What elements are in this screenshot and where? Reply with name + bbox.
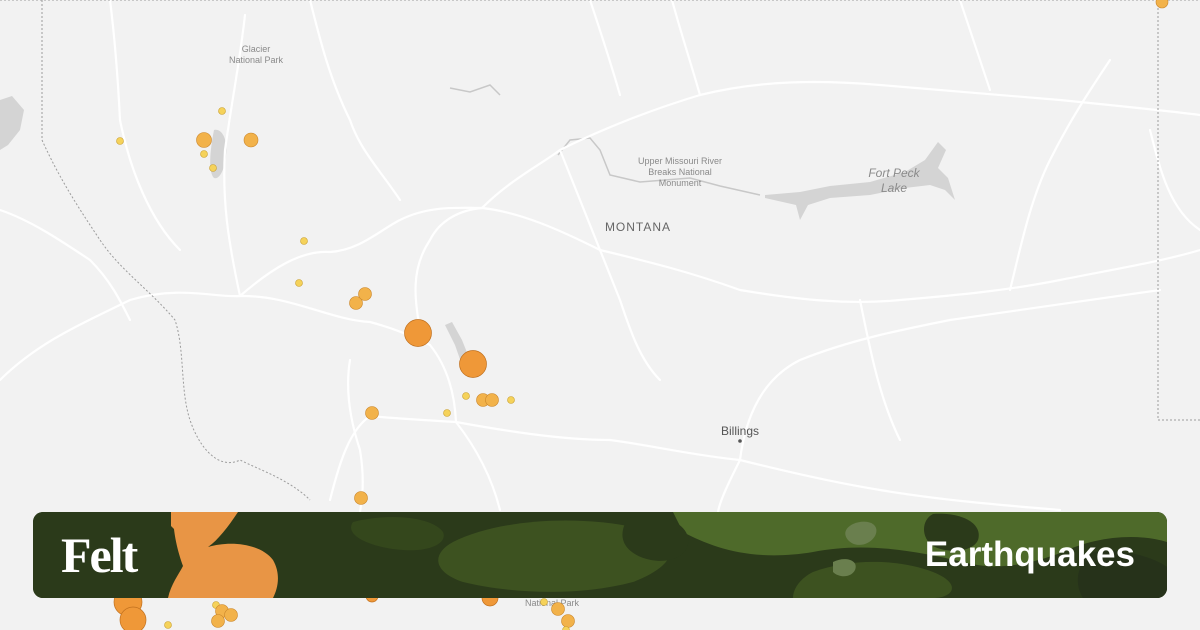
quake-marker[interactable] bbox=[209, 164, 217, 172]
map-title: Earthquakes bbox=[924, 535, 1135, 574]
label-fort-peck-1: Fort Peck bbox=[868, 166, 920, 180]
label-glacier-1: Glacier bbox=[242, 44, 271, 54]
quake-marker[interactable] bbox=[358, 287, 372, 301]
label-missouri-1: Upper Missouri River bbox=[638, 156, 722, 166]
quake-marker[interactable] bbox=[295, 279, 303, 287]
quake-marker[interactable] bbox=[404, 319, 432, 347]
quake-marker[interactable] bbox=[119, 606, 147, 630]
quake-marker[interactable] bbox=[116, 137, 124, 145]
label-fort-peck-2: Lake bbox=[881, 181, 907, 195]
quake-marker[interactable] bbox=[551, 602, 565, 616]
quake-marker[interactable] bbox=[196, 132, 212, 148]
quake-marker[interactable] bbox=[354, 491, 368, 505]
label-billings: Billings bbox=[721, 424, 759, 438]
quake-marker[interactable] bbox=[300, 237, 308, 245]
quake-marker[interactable] bbox=[459, 350, 487, 378]
quake-marker[interactable] bbox=[224, 608, 238, 622]
quake-marker[interactable] bbox=[243, 132, 259, 148]
quake-marker[interactable] bbox=[485, 393, 499, 407]
felt-logo[interactable]: Felt bbox=[61, 526, 138, 584]
quake-marker[interactable] bbox=[211, 614, 225, 628]
label-montana: MONTANA bbox=[605, 220, 671, 234]
quake-marker[interactable] bbox=[507, 396, 515, 404]
quake-marker[interactable] bbox=[218, 107, 226, 115]
felt-banner: Felt Earthquakes bbox=[33, 512, 1167, 598]
quake-marker[interactable] bbox=[561, 614, 575, 628]
quake-marker[interactable] bbox=[443, 409, 451, 417]
label-missouri-2: Breaks National bbox=[648, 167, 712, 177]
quake-marker[interactable] bbox=[540, 598, 548, 606]
label-missouri-3: Monument bbox=[659, 178, 702, 188]
quake-marker[interactable] bbox=[365, 406, 379, 420]
quake-marker[interactable] bbox=[462, 392, 470, 400]
billings-dot bbox=[738, 439, 742, 443]
label-glacier-2: National Park bbox=[229, 55, 284, 65]
quake-marker[interactable] bbox=[200, 150, 208, 158]
quake-marker[interactable] bbox=[164, 621, 172, 629]
